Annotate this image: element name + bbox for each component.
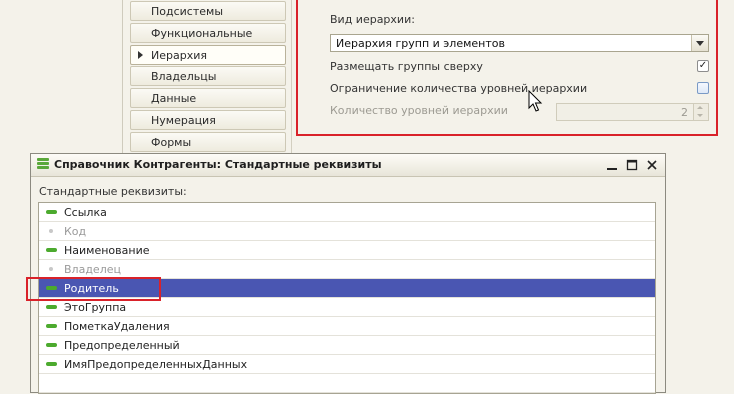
attribute-label: Ссылка (64, 206, 107, 219)
nav-item-functional-options[interactable]: Функциональные опции (130, 23, 286, 60)
levels-count-stepper[interactable]: 2 (556, 103, 709, 121)
checkmark-icon: ✓ (698, 60, 708, 71)
attribute-icon (46, 324, 57, 328)
close-icon[interactable] (644, 157, 660, 173)
nav-item-label: Данные (151, 92, 197, 105)
nav-item-hierarchy[interactable]: Иерархия (130, 45, 286, 65)
hierarchy-kind-label: Вид иерархии: (330, 13, 415, 26)
nav-item-label: Владельцы (151, 70, 217, 83)
editor-frame-border (122, 0, 123, 160)
nav-item-subsystems[interactable]: Подсистемы (130, 1, 286, 21)
nav-item-label: Формы (151, 136, 192, 149)
mouse-cursor-icon (528, 90, 543, 112)
attribute-row-imyapredopredelennykhdannykh[interactable]: ИмяПредопределенныхДанных (39, 355, 655, 374)
nav-item-data[interactable]: Данные (130, 88, 286, 108)
attribute-icon (46, 248, 57, 252)
object-nav-panel: Подсистемы Функциональные опции Иерархия… (126, 0, 292, 160)
window-title: Справочник Контрагенты: Стандартные рекв… (54, 158, 382, 171)
nav-item-label: Подсистемы (151, 5, 224, 18)
parent-row-highlight (26, 277, 161, 301)
levels-count-label: Количество уровней иерархии (330, 104, 508, 117)
attribute-row-empty (39, 374, 655, 393)
disabled-attribute-icon (49, 229, 53, 233)
window-titlebar[interactable]: Справочник Контрагенты: Стандартные рекв… (31, 154, 665, 177)
attribute-row-kod[interactable]: Код (39, 222, 655, 241)
attribute-label: Владелец (64, 263, 121, 276)
attribute-row-predopredelennyy[interactable]: Предопределенный (39, 336, 655, 355)
attribute-row-pometkaudaleniya[interactable]: ПометкаУдаления (39, 317, 655, 336)
levels-count-value: 2 (681, 106, 688, 119)
attribute-icon (46, 362, 57, 366)
limit-levels-label: Ограничение количества уровней иерархии (330, 82, 588, 95)
spin-arrows-icon[interactable] (693, 104, 708, 120)
attribute-label: Наименование (64, 244, 150, 257)
maximize-icon[interactable] (624, 157, 640, 173)
attribute-label: Код (64, 225, 87, 238)
minimize-icon[interactable] (604, 157, 620, 173)
attribute-icon (46, 343, 57, 347)
attribute-label: ПометкаУдаления (64, 320, 170, 333)
nav-item-numbering[interactable]: Нумерация (130, 110, 286, 130)
attributes-subtitle: Стандартные реквизиты: (39, 185, 187, 198)
nav-item-owners[interactable]: Владельцы (130, 66, 286, 86)
attribute-icon (46, 305, 57, 309)
place-groups-top-label: Размещать группы сверху (330, 60, 483, 73)
attribute-icon (46, 210, 57, 214)
attribute-label: Предопределенный (64, 339, 180, 352)
nav-item-label: Нумерация (151, 114, 216, 127)
attribute-row-naimenovanie[interactable]: Наименование (39, 241, 655, 260)
place-groups-top-checkbox[interactable]: ✓ (697, 60, 709, 72)
hierarchy-kind-select[interactable]: Иерархия групп и элементов (330, 34, 709, 52)
left-strip (0, 0, 122, 160)
limit-levels-checkbox[interactable] (697, 82, 709, 94)
nav-item-forms[interactable]: Формы (130, 132, 286, 152)
attribute-row-ssylka[interactable]: Ссылка (39, 203, 655, 222)
current-item-arrow-icon (138, 51, 143, 59)
disabled-attribute-icon (49, 267, 53, 271)
hierarchy-kind-value: Иерархия групп и элементов (336, 37, 505, 50)
nav-item-label: Иерархия (151, 49, 207, 62)
catalog-icon (37, 158, 49, 172)
attribute-label: ИмяПредопределенныхДанных (64, 358, 248, 371)
standard-attributes-window: Справочник Контрагенты: Стандартные рекв… (30, 153, 666, 394)
attribute-label: ЭтоГруппа (64, 301, 127, 314)
chevron-down-icon[interactable] (691, 35, 708, 51)
